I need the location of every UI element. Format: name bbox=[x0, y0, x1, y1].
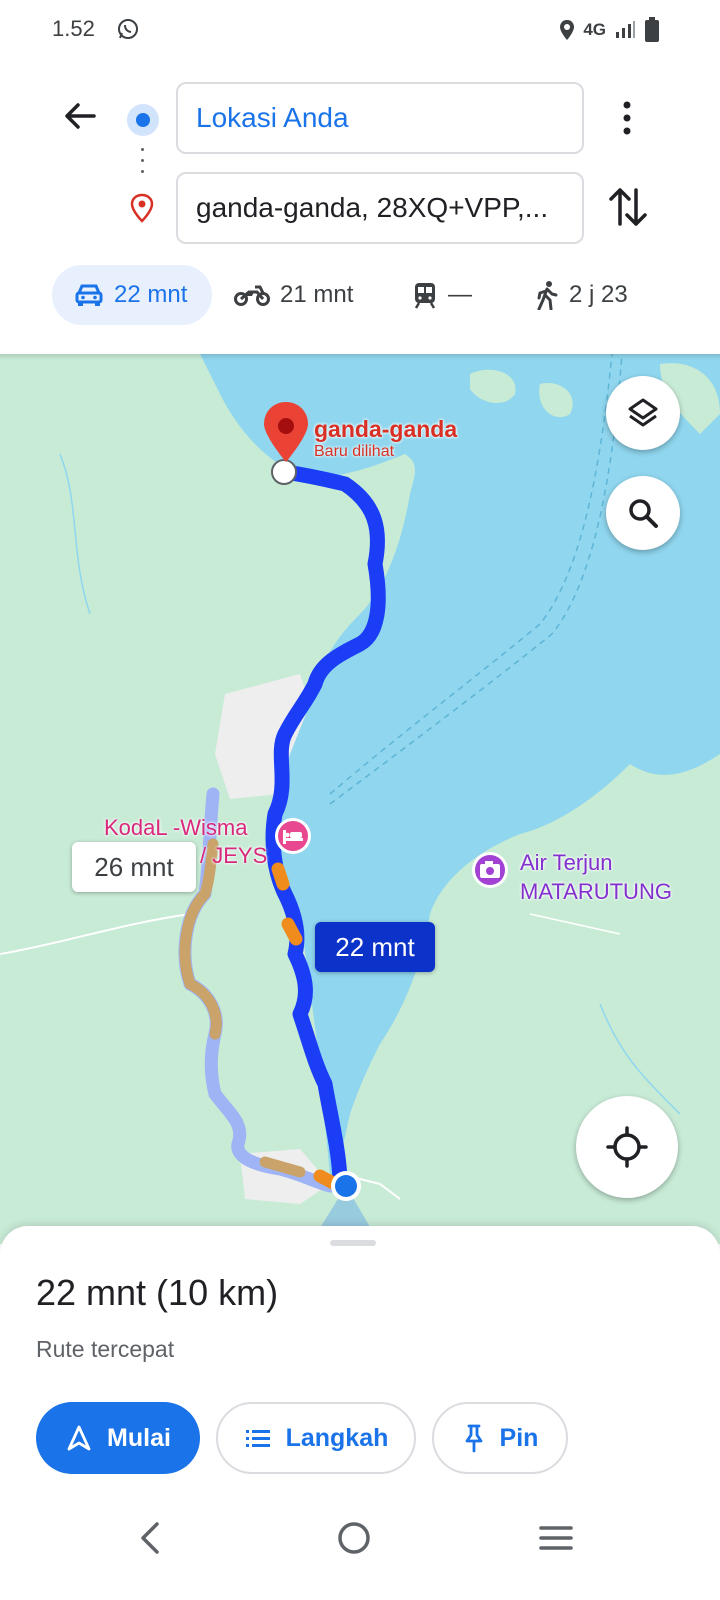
status-bar: 1.52 4G bbox=[0, 0, 720, 60]
chevron-left-icon bbox=[141, 1522, 159, 1554]
more-options-icon[interactable] bbox=[612, 96, 642, 140]
signal-icon bbox=[616, 21, 635, 38]
car-icon bbox=[75, 284, 103, 306]
system-navigation-bar bbox=[0, 1490, 720, 1600]
navigation-arrow-icon bbox=[67, 1425, 91, 1451]
poi-hotel-line1: KodaL -Wisma bbox=[104, 815, 248, 840]
destination-map-label[interactable]: ganda-ganda Baru dilihat bbox=[314, 416, 457, 461]
travel-mode-tabs: 22 mnt 21 mnt — 2 j 23 bbox=[0, 265, 720, 329]
train-icon bbox=[414, 283, 436, 309]
my-location-button[interactable] bbox=[576, 1096, 678, 1198]
route-summary: 22 mnt (10 km) bbox=[36, 1272, 279, 1313]
map-view[interactable]: ganda-ganda Baru dilihat KodaL -Wisma / … bbox=[0, 354, 720, 1244]
system-home-button[interactable] bbox=[324, 1508, 384, 1568]
origin-field[interactable]: Lokasi Anda bbox=[176, 82, 584, 154]
alternate-route-time-badge[interactable]: 26 mnt bbox=[72, 842, 196, 892]
start-label: Mulai bbox=[107, 1423, 171, 1452]
menu-lines-icon bbox=[539, 1526, 573, 1550]
status-time: 1.52 bbox=[52, 16, 95, 41]
destination-map-name: ganda-ganda bbox=[314, 416, 458, 442]
camera-icon[interactable] bbox=[470, 850, 510, 890]
drag-handle[interactable] bbox=[330, 1240, 376, 1246]
search-along-route-button[interactable] bbox=[606, 476, 680, 550]
motorcycle-icon bbox=[234, 285, 270, 306]
destination-text: ganda-ganda, 28XQ+VPP,... bbox=[196, 192, 549, 223]
steps-button[interactable]: Langkah bbox=[216, 1402, 416, 1474]
home-circle-icon bbox=[338, 1522, 370, 1554]
tab-transit[interactable]: — bbox=[412, 265, 472, 325]
poi-falls-label[interactable]: Air Terjun MATARUTUNG bbox=[520, 848, 672, 906]
destination-map-sub: Baru dilihat bbox=[314, 443, 395, 460]
battery-icon bbox=[645, 17, 659, 42]
status-icons: 4G bbox=[559, 17, 660, 43]
system-recents-button[interactable] bbox=[526, 1508, 586, 1568]
layers-button[interactable] bbox=[606, 376, 680, 450]
layers-icon bbox=[628, 398, 658, 427]
pin-button[interactable]: Pin bbox=[432, 1402, 568, 1474]
crosshair-icon bbox=[606, 1126, 648, 1168]
search-icon bbox=[629, 499, 658, 528]
motorcycle-time: 21 mnt bbox=[280, 281, 354, 308]
driving-time: 22 mnt bbox=[114, 281, 188, 308]
route-connector bbox=[141, 148, 145, 178]
hotel-icon[interactable] bbox=[273, 816, 313, 856]
poi-falls-line1: Air Terjun bbox=[520, 850, 613, 875]
poi-falls-line2: MATARUTUNG bbox=[520, 879, 672, 904]
list-icon bbox=[245, 1430, 270, 1447]
walking-time: 2 j 23 bbox=[569, 281, 628, 308]
destination-field[interactable]: ganda-ganda, 28XQ+VPP,... bbox=[176, 172, 584, 244]
location-icon bbox=[560, 20, 575, 40]
tab-motorcycle[interactable]: 21 mnt bbox=[234, 265, 353, 325]
tab-driving[interactable]: 22 mnt bbox=[52, 265, 212, 325]
whatsapp-icon bbox=[118, 19, 138, 39]
walking-icon bbox=[537, 281, 558, 310]
header-shadow bbox=[0, 354, 720, 360]
origin-dot-icon bbox=[127, 104, 159, 136]
main-route-time-badge[interactable]: 22 mnt bbox=[315, 922, 435, 972]
back-arrow-icon[interactable] bbox=[60, 96, 100, 136]
swap-directions-icon[interactable] bbox=[606, 182, 650, 232]
start-button[interactable]: Mulai bbox=[36, 1402, 200, 1474]
pin-label: Pin bbox=[499, 1423, 539, 1452]
steps-label: Langkah bbox=[285, 1423, 389, 1452]
tab-walking[interactable]: 2 j 23 bbox=[535, 265, 628, 325]
system-back-button[interactable] bbox=[120, 1508, 180, 1568]
network-type: 4G bbox=[583, 20, 606, 39]
route-summary-sheet[interactable]: 22 mnt (10 km) Rute tercepat Mulai Langk… bbox=[0, 1226, 720, 1510]
pushpin-icon bbox=[465, 1424, 482, 1453]
origin-text: Lokasi Anda bbox=[196, 102, 349, 133]
directions-header: Lokasi Anda ganda-ganda, 28XQ+VPP,... 22… bbox=[0, 60, 720, 360]
route-note: Rute tercepat bbox=[36, 1336, 175, 1362]
destination-pin-icon bbox=[130, 193, 154, 223]
transit-time: — bbox=[448, 281, 472, 308]
